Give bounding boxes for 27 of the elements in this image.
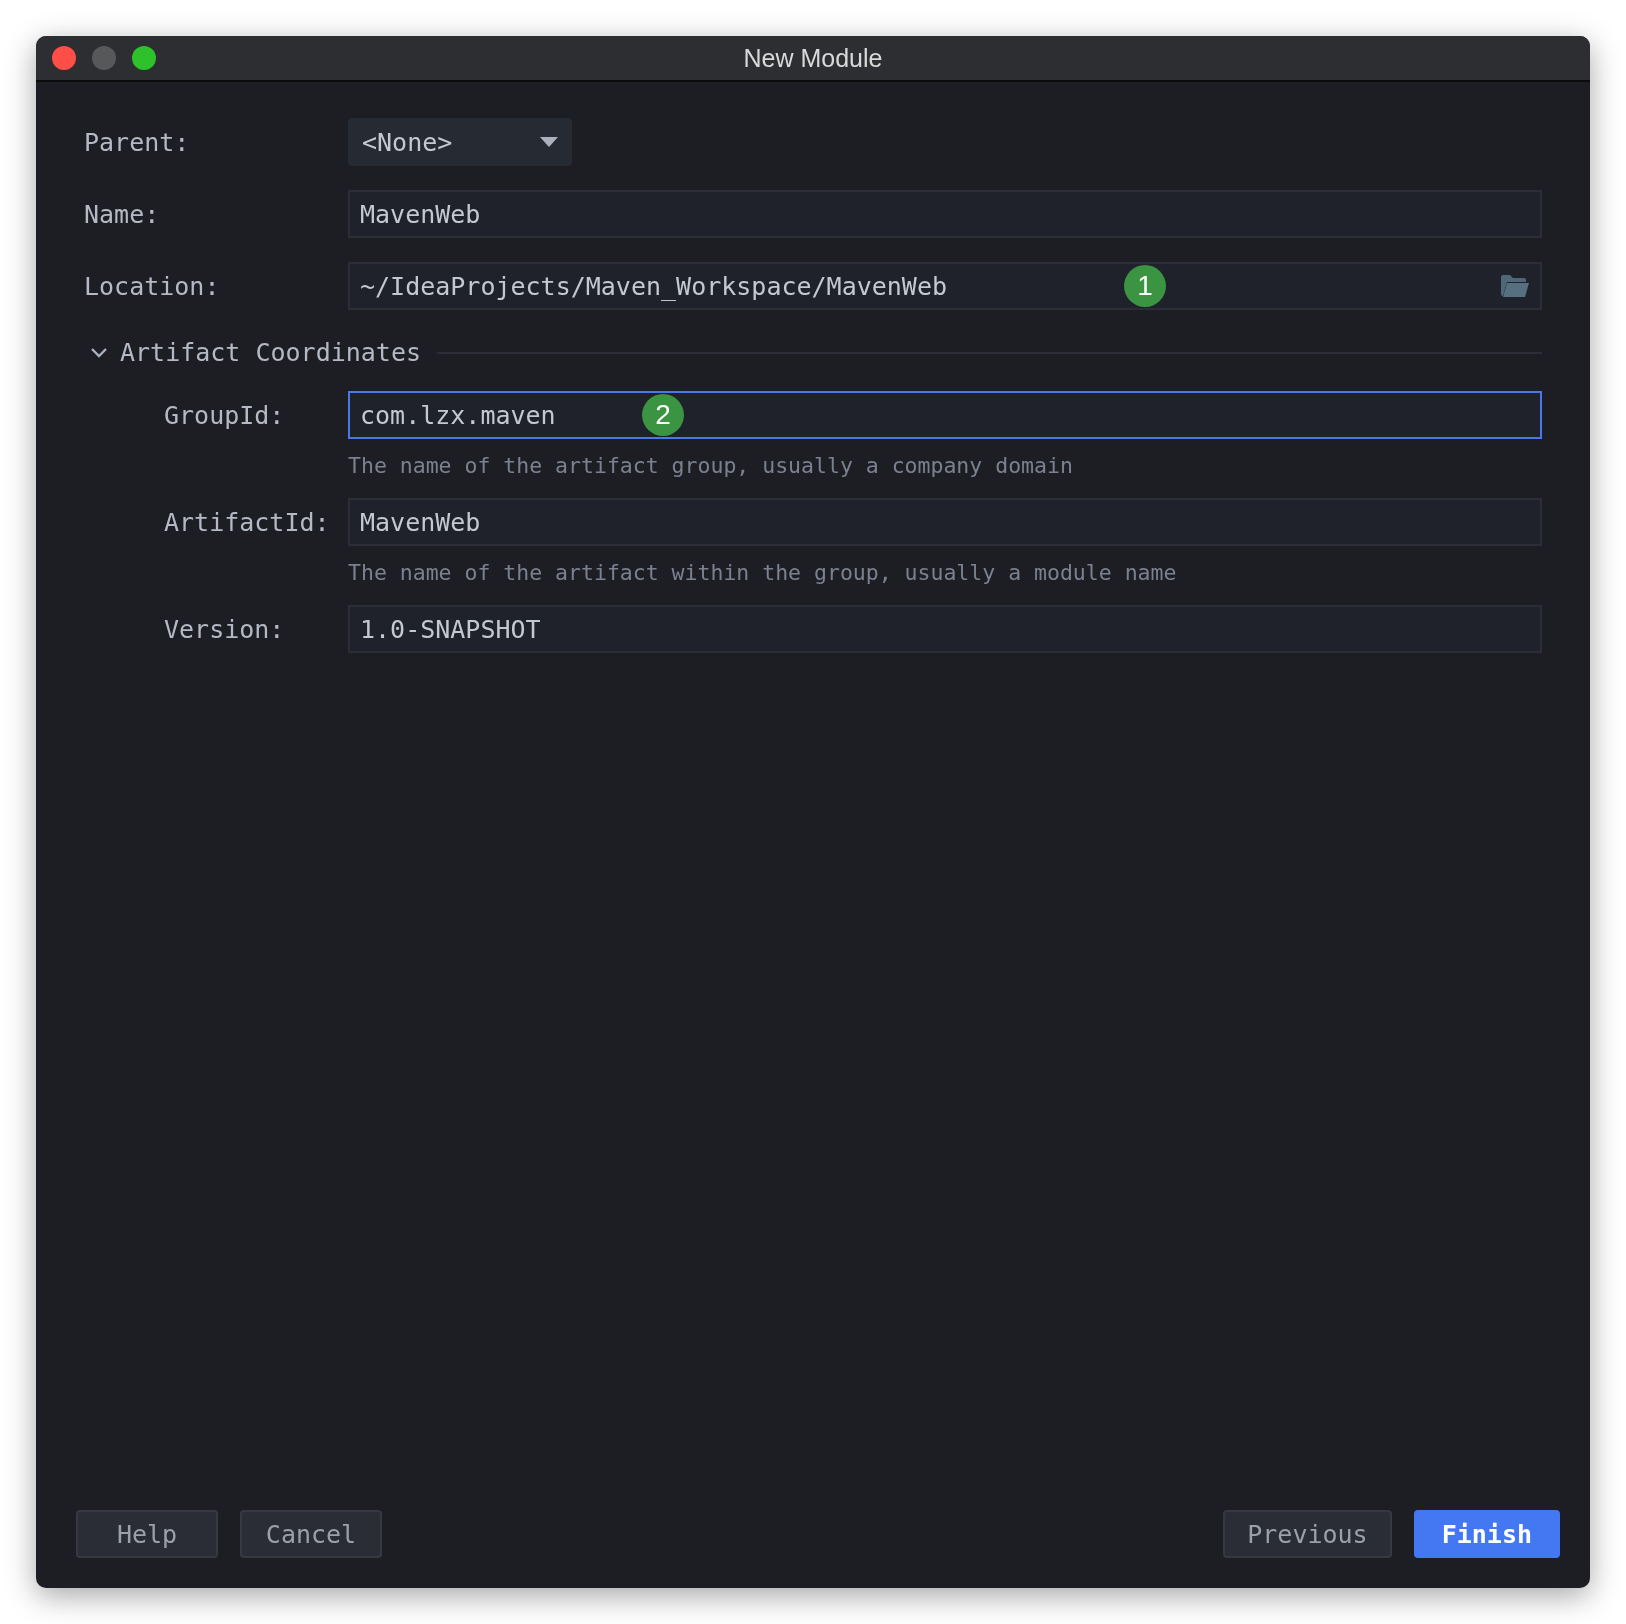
text-field[interactable]: 1.0-SNAPSHOT: [348, 605, 1542, 653]
dialog-button[interactable]: Finish: [1413, 1510, 1560, 1558]
field-hint: The name of the artifact group, usually a company domain: [348, 453, 1074, 478]
step-badge: 2: [642, 394, 684, 436]
section-title[interactable]: Artifact Coordinates: [120, 338, 422, 367]
field-label: Location:: [84, 271, 221, 301]
chevron-icon[interactable]: [90, 346, 108, 359]
field-label: Name:: [84, 199, 161, 229]
field-hint: The name of the artifact within the group, usually a module name: [348, 560, 1178, 585]
dialog-button[interactable]: Cancel: [240, 1510, 382, 1558]
field-label: ArtifactId:: [163, 507, 331, 537]
field-label: Version:: [163, 614, 286, 644]
step-badge: 1: [1124, 265, 1166, 307]
close-button[interactable]: [52, 46, 76, 70]
text-field[interactable]: MavenWeb: [348, 498, 1542, 546]
name-field[interactable]: MavenWeb: [348, 190, 1542, 238]
location-field[interactable]: ~/IdeaProjects/Maven_Workspace/MavenWeb 1: [348, 262, 1542, 310]
dialog-button[interactable]: Previous: [1223, 1510, 1392, 1558]
parent-dropdown[interactable]: <None>: [348, 118, 572, 166]
dialog-button[interactable]: Help: [76, 1510, 218, 1558]
field-label: Parent:: [84, 127, 191, 157]
field-label: GroupId:: [163, 400, 286, 430]
caret-icon: [540, 137, 558, 147]
text-field[interactable]: com.lzx.maven 2: [348, 391, 1542, 439]
zoom-button[interactable]: [132, 46, 156, 70]
window-title: New Module: [743, 43, 883, 73]
folder-icon[interactable]: [1500, 274, 1530, 298]
